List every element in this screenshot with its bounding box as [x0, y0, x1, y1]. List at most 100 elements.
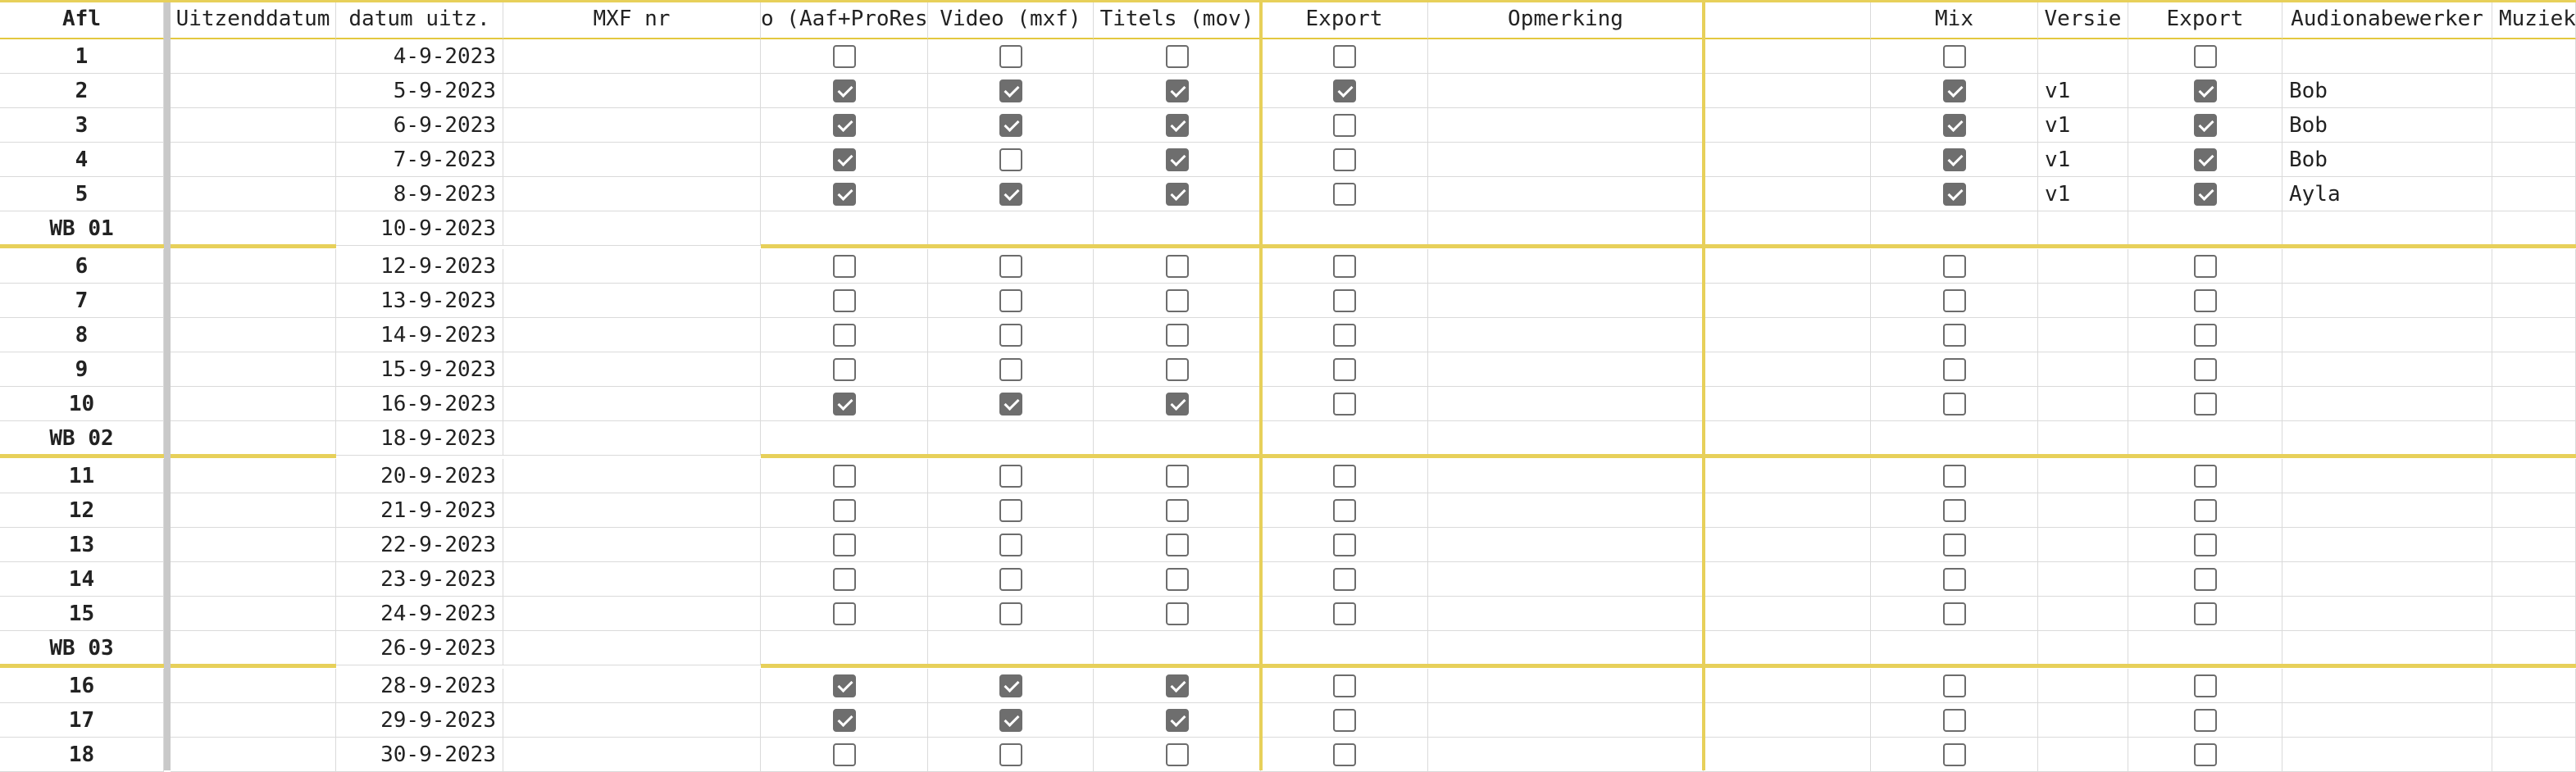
cell-muziek[interactable] — [2492, 459, 2576, 493]
cell-opmerking[interactable] — [1428, 703, 1704, 738]
cell-blank1[interactable] — [1704, 703, 1871, 738]
checkbox-mix[interactable] — [1942, 567, 1966, 591]
cell-muziek[interactable] — [2492, 318, 2576, 352]
cell-muziek[interactable] — [2492, 108, 2576, 143]
checkbox-export1[interactable] — [1332, 323, 1356, 347]
cell-opmerking[interactable] — [1428, 143, 1704, 177]
cell-afl[interactable]: WB 03 — [0, 631, 164, 665]
cell-uitzenddatum[interactable] — [171, 387, 336, 421]
cell-titels[interactable] — [1094, 211, 1261, 246]
cell-aaf[interactable] — [761, 631, 928, 665]
cell-aaf[interactable] — [761, 177, 928, 211]
checkbox-mix[interactable] — [1942, 323, 1966, 347]
cell-datum_uitz[interactable]: 6-9-2023 — [336, 108, 503, 143]
cell-aaf[interactable] — [761, 74, 928, 108]
cell-blank1[interactable] — [1704, 387, 1871, 421]
cell-audio[interactable] — [2282, 631, 2492, 665]
cell-datum_uitz[interactable]: 12-9-2023 — [336, 249, 503, 284]
cell-aaf[interactable] — [761, 249, 928, 284]
checkbox-export1[interactable] — [1332, 742, 1356, 766]
checkbox-export1[interactable] — [1332, 392, 1356, 416]
cell-uitzenddatum[interactable] — [171, 493, 336, 528]
checkbox-mix[interactable] — [1942, 392, 1966, 416]
cell-afl[interactable]: WB 01 — [0, 211, 164, 246]
cell-audio[interactable] — [2282, 669, 2492, 703]
checkbox-titels[interactable] — [1165, 464, 1189, 488]
cell-titels[interactable] — [1094, 562, 1261, 597]
cell-mxf_nr[interactable] — [503, 493, 761, 528]
cell-video[interactable] — [928, 703, 1094, 738]
checkbox-export1[interactable] — [1332, 113, 1356, 137]
checkbox-export1[interactable] — [1332, 708, 1356, 732]
cell-muziek[interactable] — [2492, 597, 2576, 631]
cell-mix[interactable] — [1871, 284, 2038, 318]
cell-blank1[interactable] — [1704, 597, 1871, 631]
cell-video[interactable] — [928, 493, 1094, 528]
cell-export1[interactable] — [1261, 249, 1428, 284]
checkbox-export2[interactable] — [2193, 254, 2217, 278]
cell-export1[interactable] — [1261, 387, 1428, 421]
cell-uitzenddatum[interactable] — [171, 74, 336, 108]
cell-datum_uitz[interactable]: 24-9-2023 — [336, 597, 503, 631]
cell-mxf_nr[interactable] — [503, 738, 761, 772]
checkbox-export1[interactable] — [1332, 254, 1356, 278]
cell-datum_uitz[interactable]: 30-9-2023 — [336, 738, 503, 772]
cell-uitzenddatum[interactable] — [171, 459, 336, 493]
checkbox-aaf[interactable] — [832, 288, 856, 312]
cell-mxf_nr[interactable] — [503, 631, 761, 665]
checkbox-video[interactable] — [999, 602, 1022, 625]
checkbox-export1[interactable] — [1332, 533, 1356, 556]
cell-export1[interactable] — [1261, 318, 1428, 352]
cell-versie[interactable] — [2038, 703, 2128, 738]
cell-blank1[interactable] — [1704, 74, 1871, 108]
checkbox-mix[interactable] — [1942, 498, 1966, 522]
cell-uitzenddatum[interactable] — [171, 143, 336, 177]
checkbox-video[interactable] — [999, 567, 1022, 591]
cell-mxf_nr[interactable] — [503, 211, 761, 246]
cell-afl[interactable]: 6 — [0, 249, 164, 284]
checkbox-titels[interactable] — [1165, 392, 1189, 416]
checkbox-titels[interactable] — [1165, 533, 1189, 556]
cell-export2[interactable] — [2128, 211, 2282, 246]
cell-datum_uitz[interactable]: 21-9-2023 — [336, 493, 503, 528]
cell-versie[interactable] — [2038, 493, 2128, 528]
cell-versie[interactable] — [2038, 318, 2128, 352]
cell-uitzenddatum[interactable] — [171, 738, 336, 772]
cell-audio[interactable]: Ayla — [2282, 177, 2492, 211]
cell-aaf[interactable] — [761, 108, 928, 143]
cell-versie[interactable] — [2038, 284, 2128, 318]
cell-mix[interactable] — [1871, 738, 2038, 772]
cell-afl[interactable]: 9 — [0, 352, 164, 387]
cell-titels[interactable] — [1094, 703, 1261, 738]
cell-export2[interactable] — [2128, 738, 2282, 772]
checkbox-video[interactable] — [999, 357, 1022, 381]
cell-aaf[interactable] — [761, 387, 928, 421]
cell-video[interactable] — [928, 669, 1094, 703]
checkbox-titels[interactable] — [1165, 148, 1189, 171]
checkbox-export2[interactable] — [2193, 113, 2217, 137]
cell-export1[interactable] — [1261, 177, 1428, 211]
cell-blank1[interactable] — [1704, 284, 1871, 318]
checkbox-aaf[interactable] — [832, 323, 856, 347]
checkbox-mix[interactable] — [1942, 182, 1966, 206]
cell-video[interactable] — [928, 249, 1094, 284]
cell-video[interactable] — [928, 459, 1094, 493]
cell-muziek[interactable] — [2492, 703, 2576, 738]
cell-uitzenddatum[interactable] — [171, 352, 336, 387]
cell-aaf[interactable] — [761, 459, 928, 493]
cell-aaf[interactable] — [761, 211, 928, 246]
cell-aaf[interactable] — [761, 528, 928, 562]
cell-afl[interactable]: WB 02 — [0, 421, 164, 456]
checkbox-video[interactable] — [999, 254, 1022, 278]
checkbox-video[interactable] — [999, 79, 1022, 102]
cell-titels[interactable] — [1094, 459, 1261, 493]
checkbox-mix[interactable] — [1942, 674, 1966, 697]
cell-audio[interactable] — [2282, 562, 2492, 597]
checkbox-export2[interactable] — [2193, 602, 2217, 625]
cell-datum_uitz[interactable]: 7-9-2023 — [336, 143, 503, 177]
checkbox-aaf[interactable] — [832, 182, 856, 206]
cell-uitzenddatum[interactable] — [171, 108, 336, 143]
checkbox-mix[interactable] — [1942, 113, 1966, 137]
cell-mix[interactable] — [1871, 177, 2038, 211]
cell-aaf[interactable] — [761, 352, 928, 387]
